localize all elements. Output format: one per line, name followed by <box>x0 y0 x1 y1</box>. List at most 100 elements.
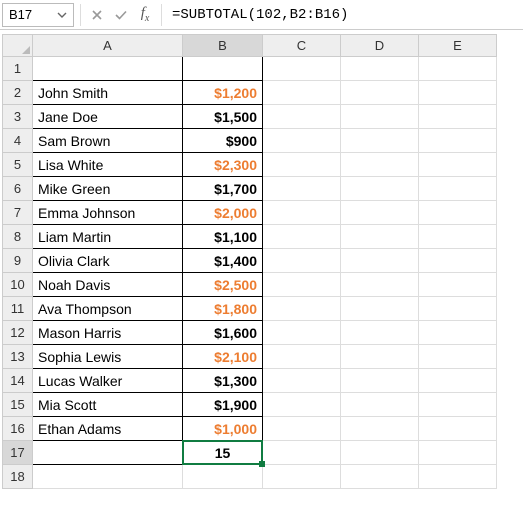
cell[interactable] <box>341 153 419 177</box>
cell[interactable] <box>263 465 341 489</box>
cell[interactable] <box>419 225 497 249</box>
formula-input[interactable]: =SUBTOTAL(102,B2:B16) <box>168 3 519 27</box>
sales-cell[interactable]: $1,600 <box>183 321 263 345</box>
fx-icon[interactable]: fx <box>135 5 155 25</box>
row-header[interactable]: 17 <box>3 441 33 465</box>
cell[interactable] <box>263 369 341 393</box>
sales-cell[interactable]: $900 <box>183 129 263 153</box>
col-header-B[interactable]: B <box>183 35 263 57</box>
cell[interactable] <box>341 393 419 417</box>
cell[interactable] <box>419 201 497 225</box>
name-cell[interactable]: Emma Johnson <box>33 201 183 225</box>
cell[interactable] <box>33 465 183 489</box>
name-cell[interactable]: Noah Davis <box>33 273 183 297</box>
sales-cell[interactable]: $2,100 <box>183 345 263 369</box>
cell[interactable] <box>341 249 419 273</box>
cell[interactable] <box>263 345 341 369</box>
cell[interactable] <box>419 321 497 345</box>
row-header[interactable]: 16 <box>3 417 33 441</box>
cell[interactable] <box>341 273 419 297</box>
cell[interactable] <box>341 105 419 129</box>
cell[interactable] <box>263 441 341 465</box>
cell[interactable] <box>263 129 341 153</box>
cell[interactable] <box>419 345 497 369</box>
fill-handle[interactable] <box>259 461 265 467</box>
cell[interactable] <box>263 153 341 177</box>
name-cell[interactable]: Lisa White <box>33 153 183 177</box>
cell[interactable] <box>263 417 341 441</box>
cell[interactable] <box>419 81 497 105</box>
row-header[interactable]: 14 <box>3 369 33 393</box>
cell[interactable] <box>341 57 419 81</box>
row-header[interactable]: 9 <box>3 249 33 273</box>
cell[interactable] <box>419 177 497 201</box>
name-cell[interactable]: Ava Thompson <box>33 297 183 321</box>
cell[interactable] <box>263 297 341 321</box>
cell[interactable] <box>263 81 341 105</box>
row-header[interactable]: 15 <box>3 393 33 417</box>
name-cell[interactable]: Mason Harris <box>33 321 183 345</box>
result-cell[interactable]: 15 <box>183 441 263 465</box>
row-header[interactable]: 18 <box>3 465 33 489</box>
row-header[interactable]: 13 <box>3 345 33 369</box>
cell[interactable] <box>419 273 497 297</box>
cell[interactable] <box>263 177 341 201</box>
sales-cell[interactable]: $1,200 <box>183 81 263 105</box>
cell[interactable] <box>263 273 341 297</box>
row-header[interactable]: 5 <box>3 153 33 177</box>
cell[interactable] <box>341 465 419 489</box>
sales-cell[interactable]: $1,800 <box>183 297 263 321</box>
cell[interactable] <box>419 417 497 441</box>
col-header-A[interactable]: A <box>33 35 183 57</box>
row-header[interactable]: 4 <box>3 129 33 153</box>
name-cell[interactable]: Sophia Lewis <box>33 345 183 369</box>
cell[interactable] <box>341 177 419 201</box>
cell[interactable] <box>341 129 419 153</box>
sales-cell[interactable]: $2,300 <box>183 153 263 177</box>
name-box[interactable]: B17 <box>2 3 74 27</box>
name-cell[interactable]: Liam Martin <box>33 225 183 249</box>
cell[interactable] <box>419 393 497 417</box>
cell[interactable] <box>263 225 341 249</box>
cell[interactable] <box>263 105 341 129</box>
cell[interactable] <box>263 201 341 225</box>
row-header[interactable]: 2 <box>3 81 33 105</box>
name-cell[interactable]: Jane Doe <box>33 105 183 129</box>
name-cell[interactable]: Ethan Adams <box>33 417 183 441</box>
cell[interactable] <box>263 321 341 345</box>
sales-cell[interactable]: $2,500 <box>183 273 263 297</box>
name-cell[interactable]: Sam Brown <box>33 129 183 153</box>
col-header-D[interactable]: D <box>341 35 419 57</box>
row-header[interactable]: 12 <box>3 321 33 345</box>
spreadsheet-grid[interactable]: A B C D E 1NameSales2John Smith$1,2003Ja… <box>2 34 497 489</box>
sales-cell[interactable]: $1,100 <box>183 225 263 249</box>
sales-cell[interactable]: $1,400 <box>183 249 263 273</box>
row-header[interactable]: 3 <box>3 105 33 129</box>
cell[interactable] <box>341 297 419 321</box>
cell[interactable] <box>419 57 497 81</box>
sales-cell[interactable]: $1,900 <box>183 393 263 417</box>
cell[interactable] <box>263 249 341 273</box>
sales-cell[interactable]: $1,000 <box>183 417 263 441</box>
row-header[interactable]: 11 <box>3 297 33 321</box>
sales-cell[interactable]: $1,500 <box>183 105 263 129</box>
cell[interactable] <box>419 465 497 489</box>
confirm-icon[interactable] <box>111 5 131 25</box>
name-cell[interactable]: Mike Green <box>33 177 183 201</box>
cell[interactable] <box>341 417 419 441</box>
cell[interactable] <box>341 345 419 369</box>
cell[interactable] <box>419 297 497 321</box>
cell[interactable] <box>419 249 497 273</box>
cell[interactable] <box>419 129 497 153</box>
row-header[interactable]: 10 <box>3 273 33 297</box>
name-cell[interactable]: Olivia Clark <box>33 249 183 273</box>
col-header-E[interactable]: E <box>419 35 497 57</box>
cell[interactable] <box>183 465 263 489</box>
header-name[interactable]: Name <box>33 57 183 81</box>
col-header-C[interactable]: C <box>263 35 341 57</box>
header-sales[interactable]: Sales <box>183 57 263 81</box>
sales-cell[interactable]: $2,000 <box>183 201 263 225</box>
sales-cell[interactable]: $1,300 <box>183 369 263 393</box>
name-cell[interactable]: John Smith <box>33 81 183 105</box>
row-header[interactable]: 7 <box>3 201 33 225</box>
